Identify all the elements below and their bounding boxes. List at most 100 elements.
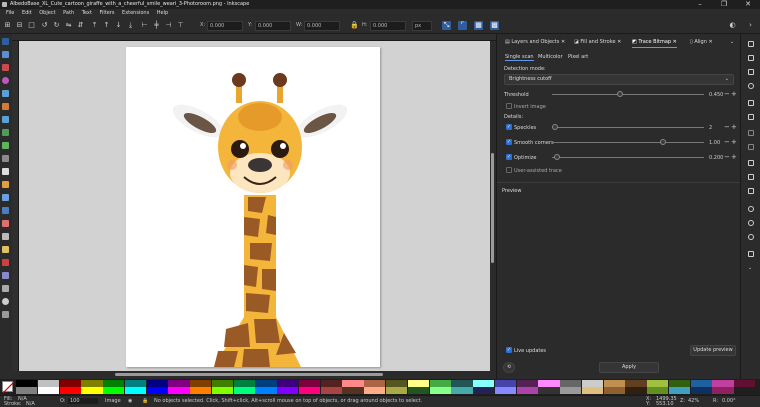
stroke-value[interactable]: N/A <box>26 401 35 407</box>
live-updates-checkbox[interactable]: ✓ <box>506 347 512 353</box>
threshold-decrement-button[interactable]: − <box>724 90 730 98</box>
color-swatch[interactable] <box>451 380 473 387</box>
invert-image-checkbox[interactable] <box>506 103 512 109</box>
color-swatch[interactable] <box>168 387 190 394</box>
spray-tool-icon[interactable] <box>2 246 9 253</box>
h-input[interactable]: 0.000 <box>370 21 406 31</box>
menu-object[interactable]: Object <box>39 9 55 18</box>
detection-mode-select[interactable]: Brightness cutoff ⌄ <box>504 74 734 85</box>
color-swatch[interactable] <box>494 380 517 387</box>
color-swatch[interactable] <box>37 380 59 387</box>
subtab-multicolor[interactable]: Multicolor <box>538 54 563 60</box>
color-swatch[interactable] <box>386 380 408 387</box>
zoom-drawing-icon[interactable] <box>748 220 754 226</box>
giraffe-image[interactable] <box>126 47 380 367</box>
color-swatch[interactable] <box>734 380 756 387</box>
color-swatch[interactable] <box>668 380 691 387</box>
color-swatch[interactable] <box>81 387 103 394</box>
color-swatch[interactable] <box>581 380 604 387</box>
copy-icon[interactable] <box>748 160 754 166</box>
vertical-ruler[interactable] <box>12 41 19 371</box>
zoom-tool-icon[interactable] <box>2 298 9 305</box>
rotate-cw-icon[interactable]: ↻ <box>52 21 61 30</box>
color-swatch[interactable] <box>429 380 451 387</box>
color-swatch[interactable] <box>364 387 386 394</box>
menu-extensions[interactable]: Extensions <box>122 9 149 18</box>
color-swatch[interactable] <box>255 387 277 394</box>
snap-toggle-icon[interactable]: ◐ <box>728 21 737 30</box>
paste-icon[interactable] <box>748 188 754 194</box>
color-swatch[interactable] <box>668 387 691 394</box>
color-swatch[interactable] <box>429 387 451 394</box>
optimize-checkbox[interactable]: ✓ <box>506 154 512 160</box>
color-swatch[interactable] <box>342 387 364 394</box>
tab-layers-objects[interactable]: ▤ Layers and Objects ✕ <box>505 37 565 48</box>
smooth-corners-slider-knob[interactable] <box>660 139 666 145</box>
maximize-button[interactable]: ❐ <box>712 0 736 9</box>
color-swatch[interactable] <box>103 380 125 387</box>
select-all-icon[interactable]: ⊞ <box>3 21 12 30</box>
reset-icon[interactable]: ⟲ <box>503 362 515 373</box>
node-tool-icon[interactable] <box>2 51 9 58</box>
align-left-icon[interactable]: ⊢ <box>140 21 149 30</box>
zoom-value[interactable]: 42% <box>688 398 699 404</box>
menu-edit[interactable]: Edit <box>22 9 32 18</box>
color-swatch[interactable] <box>168 380 190 387</box>
star-tool-icon[interactable] <box>2 90 9 97</box>
color-swatch[interactable] <box>233 380 255 387</box>
scale-corners-icon[interactable]: ⌜ <box>458 21 467 30</box>
color-swatch[interactable] <box>124 387 147 394</box>
align-top-icon[interactable]: ⊤ <box>176 21 185 30</box>
optimize-increment-button[interactable]: + <box>731 153 737 161</box>
lower-icon[interactable]: ↓ <box>114 21 123 30</box>
horizontal-ruler[interactable] <box>12 34 496 41</box>
color-swatch[interactable] <box>364 380 386 387</box>
color-swatch[interactable] <box>277 387 299 394</box>
tweak-tool-icon[interactable] <box>2 233 9 240</box>
threshold-increment-button[interactable]: + <box>731 90 737 98</box>
optimize-decrement-button[interactable]: − <box>724 153 730 161</box>
calligraphy-tool-icon[interactable] <box>2 155 9 162</box>
close-button[interactable]: ✕ <box>736 0 760 9</box>
color-swatch[interactable] <box>255 380 277 387</box>
vertical-scroll-thumb[interactable] <box>491 153 494 263</box>
optimize-slider[interactable] <box>552 154 704 160</box>
menu-file[interactable]: File <box>6 9 14 18</box>
scale-stroke-icon[interactable]: ⤡ <box>442 21 451 30</box>
smooth-decrement-button[interactable]: − <box>724 138 730 146</box>
menu-filters[interactable]: Filters <box>99 9 114 18</box>
selector-tool-icon[interactable] <box>2 38 9 45</box>
color-swatch[interactable] <box>625 387 647 394</box>
color-swatch[interactable] <box>342 380 364 387</box>
color-swatch[interactable] <box>625 380 647 387</box>
color-swatch[interactable] <box>451 387 473 394</box>
color-swatch[interactable] <box>516 387 538 394</box>
y-input[interactable]: 0.000 <box>255 21 291 31</box>
color-swatch[interactable] <box>647 387 669 394</box>
subtab-pixel-art[interactable]: Pixel art <box>568 54 588 60</box>
select-all-layers-icon[interactable]: ⊟ <box>15 21 24 30</box>
connector-tool-icon[interactable] <box>2 272 9 279</box>
optimize-slider-knob[interactable] <box>554 154 560 160</box>
paint-bucket-tool-icon[interactable] <box>2 220 9 227</box>
tab-fill-stroke[interactable]: ◪ Fill and Stroke ✕ <box>574 37 621 48</box>
color-swatch[interactable] <box>581 387 604 394</box>
color-swatch[interactable] <box>16 380 38 387</box>
subtab-single-scan[interactable]: Single scan <box>505 54 534 61</box>
menu-help[interactable]: Help <box>157 9 168 18</box>
rect-tool-icon[interactable] <box>2 64 9 71</box>
color-swatch[interactable] <box>407 387 429 394</box>
lock-icon[interactable]: 🔒 <box>142 398 148 404</box>
color-swatch[interactable] <box>494 387 517 394</box>
smooth-corners-checkbox[interactable]: ✓ <box>506 139 512 145</box>
color-swatch[interactable] <box>560 387 582 394</box>
opacity-input[interactable]: 100 <box>68 398 98 404</box>
measure-tool-icon[interactable] <box>2 285 9 292</box>
zoom-page-icon[interactable] <box>748 234 754 240</box>
layer-select[interactable]: Image <box>105 398 121 404</box>
align-right-icon[interactable]: ⊣ <box>164 21 173 30</box>
eraser-tool-icon[interactable] <box>2 259 9 266</box>
color-swatch[interactable] <box>320 387 342 394</box>
update-preview-button[interactable]: Update preview <box>690 345 736 356</box>
open-file-icon[interactable] <box>748 55 754 61</box>
